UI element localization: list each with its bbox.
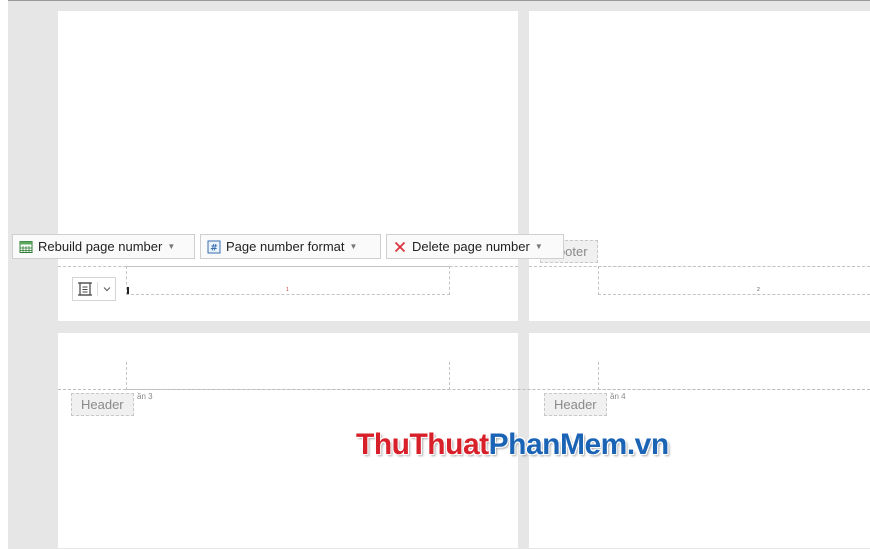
- page-number-2: 2: [757, 287, 760, 293]
- page-number-format-icon: #: [207, 240, 221, 254]
- format-dropdown-icon[interactable]: ▼: [350, 242, 358, 251]
- svg-text:#: #: [210, 243, 218, 253]
- page-number-format-label: Page number format: [226, 239, 345, 254]
- rebuild-dropdown-icon[interactable]: ▼: [167, 242, 175, 251]
- header-tag-page-3: Header: [71, 393, 134, 416]
- header-area-page-3[interactable]: [126, 362, 450, 390]
- watermark-logo: ThuThuatPhanMem.vn: [356, 428, 669, 461]
- footer-line-page-2: [529, 266, 870, 267]
- page-number-1: 1: [286, 287, 289, 293]
- close-icon: [393, 240, 407, 254]
- header-area-page-4[interactable]: [598, 362, 870, 390]
- delete-page-number-label: Delete page number: [412, 239, 530, 254]
- page-layout-icon: [77, 281, 93, 297]
- footer-area-page-2[interactable]: [598, 266, 870, 295]
- section-label-page-3: ần 3: [137, 392, 153, 401]
- rebuild-page-number-icon: [19, 240, 33, 254]
- rebuild-page-number-label: Rebuild page number: [38, 239, 163, 254]
- section-label-page-4: ần 4: [610, 392, 626, 401]
- rebuild-page-number-button[interactable]: Rebuild page number ▼: [12, 234, 195, 259]
- text-cursor: [127, 287, 129, 294]
- page-number-format-button[interactable]: # Page number format ▼: [200, 234, 381, 259]
- page-number-options-control[interactable]: [72, 277, 116, 301]
- delete-page-number-button[interactable]: Delete page number ▼: [386, 234, 564, 259]
- header-separator: [58, 389, 870, 390]
- footer-line-page-1: [58, 266, 518, 267]
- header-tag-page-4: Header: [544, 393, 607, 416]
- delete-dropdown-icon[interactable]: ▼: [535, 242, 543, 251]
- control-divider: [97, 282, 98, 296]
- chevron-down-icon[interactable]: [102, 284, 112, 294]
